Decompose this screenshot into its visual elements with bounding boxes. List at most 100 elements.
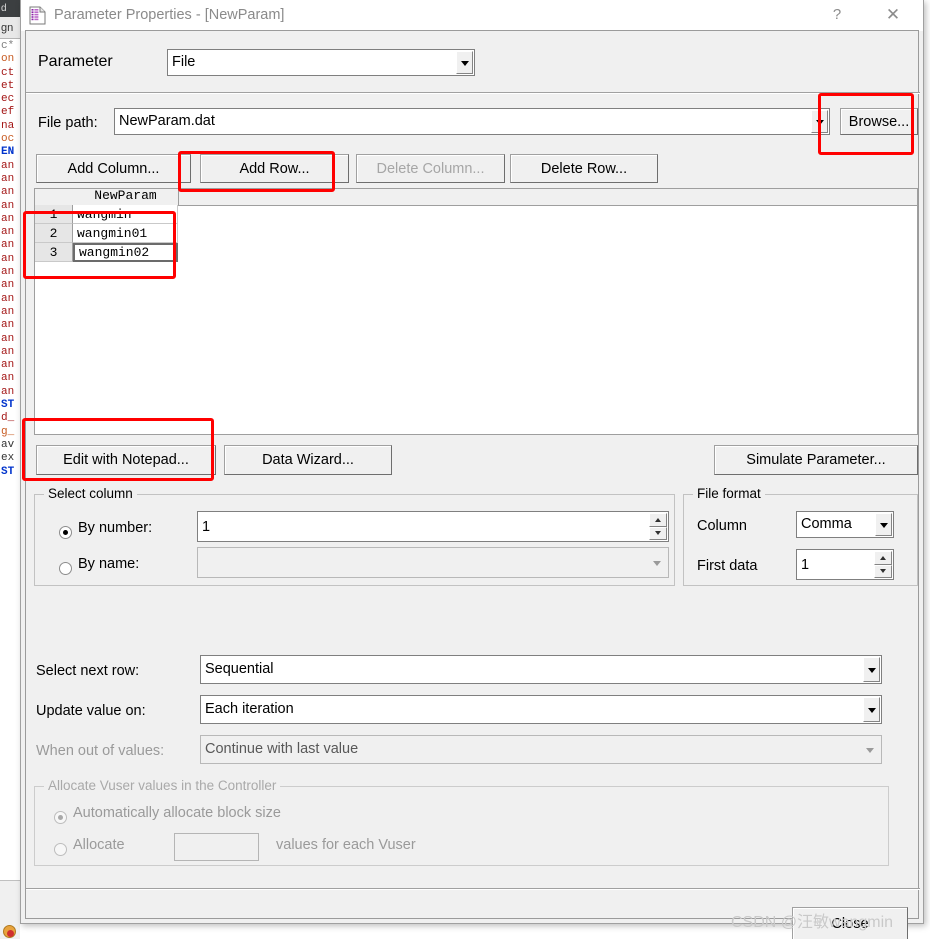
close-window-button[interactable]: ✕: [871, 0, 915, 30]
row-number-cell[interactable]: 3: [35, 243, 73, 262]
by-name-combobox[interactable]: [197, 547, 669, 578]
by-number-spinner[interactable]: [649, 513, 667, 540]
add-column-button[interactable]: Add Column...: [36, 154, 191, 183]
background-code-line: an: [1, 159, 15, 172]
background-code-line: ct: [1, 66, 15, 79]
allocate-vuser-group: Allocate Vuser values in the Controller: [34, 778, 889, 866]
close-button[interactable]: Close: [792, 907, 908, 939]
table-row[interactable]: 1 wangmin: [35, 205, 178, 224]
by-number-input[interactable]: 1: [197, 511, 669, 542]
spinner-down-icon[interactable]: [649, 526, 667, 540]
background-code-line: an: [1, 359, 15, 372]
background-code-line: g_: [1, 425, 15, 438]
background-code-line: an: [1, 279, 15, 292]
background-code-line: ST: [1, 399, 15, 412]
grid-header-row: NewParam: [35, 189, 917, 206]
allocate-count-value: [179, 834, 256, 860]
spinner-down-icon[interactable]: [874, 564, 892, 578]
parameter-data-grid[interactable]: NewParam 1 wangmin 2 wangmin01 3 wangmin02: [34, 188, 918, 435]
section-divider-1: [26, 92, 920, 94]
background-code-line: ex: [1, 452, 15, 465]
background-code-line: on: [1, 53, 15, 66]
column-separator-combobox[interactable]: Comma: [796, 511, 894, 538]
by-number-value: 1: [202, 518, 211, 535]
by-number-label: By number:: [78, 520, 153, 536]
chevron-down-icon: [860, 738, 879, 761]
row-value-cell[interactable]: wangmin02: [73, 243, 178, 262]
browse-button[interactable]: Browse...: [840, 108, 918, 135]
first-data-label: First data: [697, 558, 758, 574]
background-code-line: an: [1, 305, 15, 318]
file-path-combobox[interactable]: NewParam.dat: [114, 108, 830, 135]
edit-with-notepad-button[interactable]: Edit with Notepad...: [36, 445, 216, 475]
allocate-suffix-label: values for each Vuser: [276, 837, 416, 853]
chevron-down-icon[interactable]: [456, 51, 473, 74]
select-next-row-label: Select next row:: [36, 663, 140, 679]
background-code-line: EN: [1, 146, 15, 159]
by-name-radio[interactable]: [59, 562, 72, 575]
delete-row-button[interactable]: Delete Row...: [510, 154, 658, 183]
auto-allocate-label: Automatically allocate block size: [73, 805, 281, 821]
first-data-input[interactable]: 1: [796, 549, 894, 580]
background-code-line: ef: [1, 106, 15, 119]
chevron-down-icon[interactable]: [863, 657, 880, 682]
by-number-radio[interactable]: [59, 526, 72, 539]
background-code-line: an: [1, 385, 15, 398]
chevron-down-icon[interactable]: [863, 697, 880, 722]
background-code-line: an: [1, 319, 15, 332]
simulate-parameter-button[interactable]: Simulate Parameter...: [714, 445, 918, 475]
update-value-on-combobox[interactable]: Each iteration: [200, 695, 882, 724]
footer-divider: [26, 888, 920, 890]
table-row[interactable]: 3 wangmin02: [35, 243, 178, 262]
select-next-row-combobox[interactable]: Sequential: [200, 655, 882, 684]
parameter-type-value: File: [172, 54, 196, 71]
spinner-up-icon[interactable]: [874, 551, 892, 565]
when-out-of-values-value: Continue with last value: [205, 741, 359, 758]
chevron-down-icon[interactable]: [647, 550, 666, 575]
grid-corner-cell: [35, 189, 74, 205]
background-code-line: d_: [1, 412, 15, 425]
when-out-of-values-label: When out of values:: [36, 743, 165, 759]
background-ide-strip: d gn c* on ct et ec ef na oc EN an an an an an an an an a…: [0, 0, 20, 939]
by-name-value: [202, 548, 648, 577]
spinner-up-icon[interactable]: [649, 513, 667, 527]
screenshot-root: d gn c* on ct et ec ef na oc EN an an an an an an an an a…: [0, 0, 930, 939]
row-number-cell[interactable]: 1: [35, 205, 73, 224]
background-code-line: an: [1, 239, 15, 252]
background-code-line: an: [1, 199, 15, 212]
manual-allocate-radio: [54, 843, 67, 856]
row-number-cell[interactable]: 2: [35, 224, 73, 243]
background-code-line: an: [1, 226, 15, 239]
dialog-client-area: Parameter File File path: NewParam.dat B…: [25, 30, 920, 939]
background-code-line: an: [1, 292, 15, 305]
background-code-line: c*: [1, 40, 15, 52]
data-wizard-button[interactable]: Data Wizard...: [224, 445, 392, 475]
grid-column-header[interactable]: NewParam: [73, 189, 179, 205]
background-code-line: an: [1, 186, 15, 199]
background-code-line: an: [1, 266, 15, 279]
row-value-cell[interactable]: wangmin: [73, 205, 178, 224]
first-data-spinner[interactable]: [874, 551, 892, 578]
chevron-down-icon[interactable]: [875, 513, 892, 536]
select-next-row-value: Sequential: [205, 661, 274, 678]
by-name-label: By name:: [78, 556, 140, 572]
help-button[interactable]: ?: [815, 0, 859, 30]
parameter-label: Parameter: [38, 53, 113, 70]
parameter-type-combobox[interactable]: File: [167, 49, 475, 76]
row-value-cell[interactable]: wangmin01: [73, 224, 178, 243]
background-code-line: ec: [1, 93, 15, 106]
background-code-line: oc: [1, 133, 15, 146]
column-format-label: Column: [697, 518, 747, 534]
background-code-line: na: [1, 119, 15, 132]
background-tabbar: gn: [0, 17, 20, 39]
delete-column-button: Delete Column...: [356, 154, 505, 183]
update-value-on-label: Update value on:: [36, 703, 146, 719]
file-path-label: File path:: [38, 115, 98, 131]
dialog-titlebar: Parameter Properties - [NewParam] ? ✕: [21, 0, 923, 31]
document-parameter-icon: [29, 6, 46, 25]
background-code-line: an: [1, 372, 15, 385]
add-row-button[interactable]: Add Row...: [200, 154, 349, 183]
allocate-count-input: [174, 833, 259, 861]
table-row[interactable]: 2 wangmin01: [35, 224, 178, 243]
chevron-down-icon[interactable]: [811, 110, 828, 133]
